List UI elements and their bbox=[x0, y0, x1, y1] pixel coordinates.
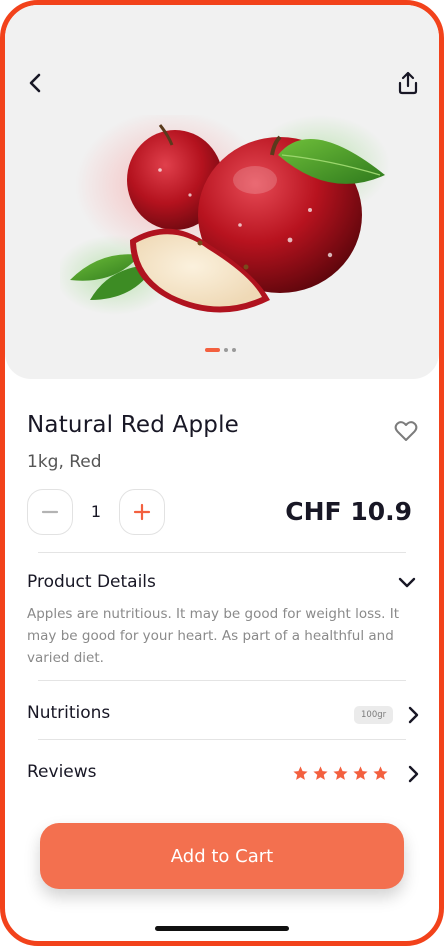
star-icon bbox=[312, 765, 329, 782]
product-image bbox=[60, 115, 390, 315]
star-icon bbox=[352, 765, 369, 782]
home-indicator bbox=[155, 926, 289, 931]
product-details-title[interactable]: Product Details bbox=[27, 572, 156, 592]
carousel-dot[interactable] bbox=[224, 348, 228, 352]
decrease-quantity-button[interactable] bbox=[27, 489, 73, 535]
heart-icon bbox=[394, 421, 418, 441]
divider bbox=[38, 552, 406, 553]
increase-quantity-button[interactable] bbox=[119, 489, 165, 535]
product-details-text: Apples are nutritious. It may be good fo… bbox=[27, 606, 400, 666]
share-button[interactable] bbox=[395, 69, 421, 97]
minus-icon bbox=[41, 510, 59, 514]
star-icon bbox=[372, 765, 389, 782]
chevron-right-icon bbox=[408, 765, 419, 783]
back-arrow-icon bbox=[29, 73, 41, 93]
carousel-dot[interactable] bbox=[232, 348, 236, 352]
share-icon bbox=[398, 71, 418, 95]
star-icon bbox=[332, 765, 349, 782]
product-title: Natural Red Apple bbox=[27, 412, 240, 438]
image-carousel-indicator[interactable] bbox=[205, 347, 236, 353]
add-to-cart-button[interactable]: Add to Cart bbox=[40, 823, 404, 889]
quantity-value: 1 bbox=[90, 502, 102, 521]
expand-details-button[interactable] bbox=[396, 571, 418, 593]
back-button[interactable] bbox=[25, 69, 49, 97]
carousel-dot-active[interactable] bbox=[205, 348, 220, 352]
star-icon bbox=[292, 765, 309, 782]
nutritions-open-button[interactable] bbox=[402, 704, 424, 726]
nutrition-badge: 100gr bbox=[354, 706, 394, 724]
product-price: CHF 10.9 bbox=[285, 497, 412, 526]
divider bbox=[38, 739, 406, 740]
plus-icon bbox=[133, 503, 151, 521]
product-image-panel bbox=[5, 5, 439, 379]
chevron-down-icon bbox=[398, 577, 416, 588]
favorite-button[interactable] bbox=[392, 417, 420, 445]
nutritions-title[interactable]: Nutritions bbox=[27, 703, 110, 723]
reviews-open-button[interactable] bbox=[402, 763, 424, 785]
divider bbox=[38, 680, 406, 681]
chevron-right-icon bbox=[408, 706, 419, 724]
rating-stars bbox=[292, 765, 389, 782]
product-variant: 1kg, Red bbox=[27, 452, 102, 472]
reviews-title[interactable]: Reviews bbox=[27, 762, 97, 782]
phone-frame: Natural Red Apple 1kg, Red 1 CHF 10.9 Pr… bbox=[0, 0, 444, 946]
